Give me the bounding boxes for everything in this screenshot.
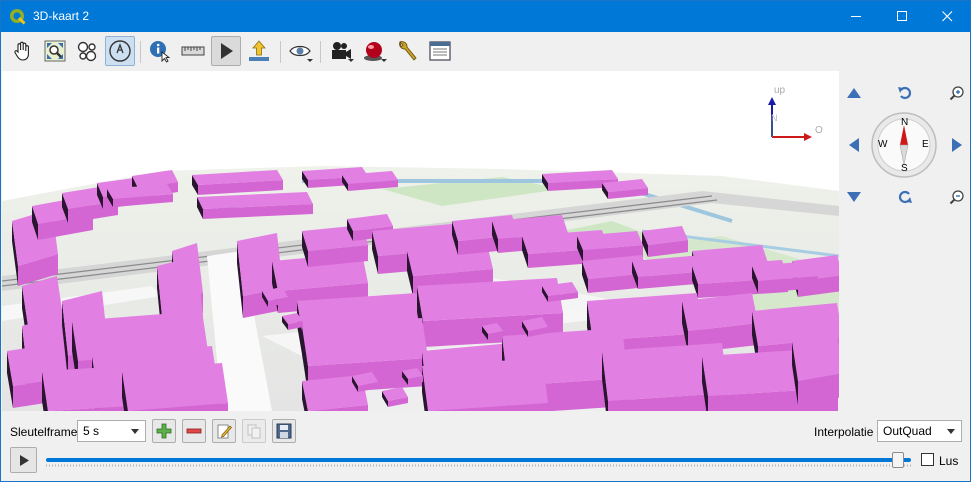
qgis-logo-icon [10, 9, 26, 25]
identify-info-button[interactable] [145, 36, 175, 66]
zoom-out-button[interactable] [947, 187, 967, 207]
edit-keyframe-icon [217, 424, 232, 439]
animation-timeline-slider[interactable] [46, 458, 911, 462]
play-icon [19, 454, 29, 466]
rotate-left-button[interactable] [895, 83, 915, 103]
chevron-down-icon [947, 429, 955, 434]
timeline-ticks [46, 464, 911, 467]
remove-keyframe-icon [186, 428, 202, 434]
timeline-slider-handle[interactable] [892, 452, 904, 468]
scene-render: up N O [2, 85, 839, 411]
shadows-button[interactable] [359, 36, 389, 66]
building [422, 358, 548, 411]
map-3d-canvas[interactable]: up N O [2, 71, 839, 411]
building [792, 333, 839, 381]
title-bar: 3D-kaart 2 [1, 1, 970, 32]
add-keyframe-button[interactable] [152, 419, 176, 443]
animation-controls: Sleutelframe 5 s Interpolatie OutQuad Lu… [1, 411, 970, 481]
identify-info-icon [150, 41, 171, 63]
maximize-button[interactable] [879, 1, 925, 32]
map-3d-toolbar [1, 32, 970, 70]
compass-south-label: S [901, 163, 908, 174]
close-button[interactable] [924, 1, 970, 32]
measure-line-icon [181, 46, 205, 56]
export-scene-button[interactable] [244, 36, 274, 66]
duplicate-keyframe-button[interactable] [242, 419, 266, 443]
loop-label: Lus [939, 454, 959, 468]
triangle-up-icon [847, 88, 861, 98]
loop-checkbox[interactable] [921, 453, 934, 466]
compass[interactable]: N E S W [870, 111, 938, 179]
interpolation-select-value: OutQuad [883, 424, 932, 438]
identify-icon [77, 41, 97, 62]
triangle-left-icon [849, 138, 859, 152]
axis-indicator: up N O [768, 85, 823, 141]
docked-panel-icon [429, 41, 451, 61]
axis-label-north: N [771, 113, 778, 123]
axis-label-east: O [815, 125, 823, 136]
keyframe-label: Sleutelframe [10, 425, 78, 439]
rotate-cw-icon [898, 190, 912, 204]
camera-effects-button[interactable] [326, 36, 356, 66]
configure-button[interactable] [392, 36, 422, 66]
keyframe-select-value: 5 s [83, 424, 100, 438]
zoom-in-button[interactable] [947, 83, 967, 103]
save-keyframe-button[interactable] [272, 419, 296, 443]
tilt-up-button[interactable] [844, 83, 864, 103]
compass-west-label: W [878, 139, 888, 150]
rotate-right-button[interactable] [895, 187, 915, 207]
compass-north-label: N [901, 117, 909, 128]
configure-icon [399, 40, 417, 61]
animation-play-toggle[interactable] [211, 36, 241, 66]
measure-line-button[interactable] [178, 36, 208, 66]
chevron-down-icon [131, 429, 139, 434]
pan-camera-icon [14, 41, 29, 61]
identify-features-button[interactable] [72, 36, 102, 66]
window-title: 3D-kaart 2 [33, 9, 90, 23]
duplicate-keyframe-icon [247, 424, 261, 439]
interpolation-select[interactable]: OutQuad [877, 420, 962, 442]
add-keyframe-icon [156, 423, 172, 439]
camera-control-icon [109, 40, 131, 62]
docked-panel-button[interactable] [425, 36, 455, 66]
axis-label-up: up [774, 85, 786, 96]
save-keyframe-icon [276, 423, 292, 439]
map-3d-window: 3D-kaart 2 up N O N E S W Sleutelframe 5… [0, 0, 971, 482]
close-icon [941, 11, 952, 22]
minimize-icon [850, 16, 861, 17]
compass-east-label: E [922, 139, 929, 150]
view-options-button[interactable] [285, 36, 315, 66]
interpolation-label: Interpolatie [814, 425, 874, 439]
navigation-widget: N E S W [840, 71, 970, 411]
pan-right-button[interactable] [947, 135, 967, 155]
building [302, 318, 428, 366]
zoom-out-icon [949, 190, 964, 205]
zoom-full-icon [44, 40, 66, 62]
animation-play-icon [221, 43, 233, 59]
maximize-icon [896, 11, 907, 21]
tilt-down-button[interactable] [844, 187, 864, 207]
minimize-button[interactable] [833, 1, 879, 32]
keyframe-select[interactable]: 5 s [77, 420, 146, 442]
pan-left-button[interactable] [844, 135, 864, 155]
camera-control-button[interactable] [105, 36, 135, 66]
zoom-full-button[interactable] [40, 36, 70, 66]
edit-keyframe-button[interactable] [212, 419, 236, 443]
pan-camera-button[interactable] [8, 36, 38, 66]
rotate-ccw-icon [898, 86, 912, 100]
remove-keyframe-button[interactable] [182, 419, 206, 443]
triangle-down-icon [847, 192, 861, 202]
triangle-right-icon [952, 138, 962, 152]
export-scene-icon [249, 40, 269, 61]
building [122, 363, 228, 411]
play-animation-button[interactable] [10, 447, 37, 473]
zoom-in-icon [949, 86, 964, 101]
